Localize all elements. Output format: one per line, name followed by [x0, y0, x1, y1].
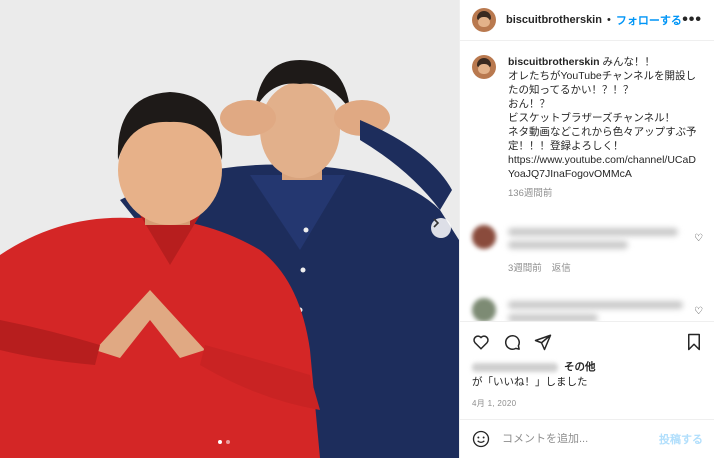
next-photo-button[interactable] — [431, 218, 451, 238]
comment-like-icon[interactable]: ♡ — [694, 306, 703, 317]
post-actions: その他 が「いいね！」しました 4月 1, 2020 — [460, 321, 714, 409]
share-icon[interactable] — [534, 333, 552, 351]
comment-like-icon[interactable]: ♡ — [694, 233, 703, 244]
comment-avatar[interactable] — [472, 225, 496, 249]
heart-icon[interactable] — [472, 333, 490, 351]
comment-input[interactable] — [502, 433, 659, 445]
caption-avatar[interactable] — [472, 55, 496, 79]
caption: biscuitbrotherskin みんな！！ オレたちがYouTubeチャン… — [472, 55, 703, 201]
more-options-icon[interactable]: ••• — [682, 11, 702, 29]
comment-item: ♡ — [472, 225, 703, 254]
follow-button[interactable]: フォローする — [616, 12, 682, 28]
header-separator: • — [606, 14, 611, 26]
caption-text: みんな！！ オレたちがYouTubeチャンネルを開設したの知ってるかい！？！？ … — [508, 56, 697, 180]
comment-age: 3週間前 — [508, 263, 542, 274]
post-sidebar: biscuitbrotherskin • フォローする ••• biscuitb… — [459, 0, 714, 458]
bookmark-icon[interactable] — [685, 333, 703, 351]
header-username[interactable]: biscuitbrotherskin — [506, 14, 602, 26]
carousel-dots — [218, 440, 230, 444]
photo-illustration — [0, 0, 459, 458]
post-photo[interactable] — [0, 0, 459, 458]
likes-summary[interactable]: その他 が「いいね！」しました — [472, 360, 703, 390]
likes-others[interactable]: その他 — [564, 360, 596, 375]
avatar[interactable] — [472, 8, 496, 32]
comment-icon[interactable] — [503, 333, 521, 351]
likes-text: が「いいね！」しました — [472, 376, 588, 388]
carousel-dot — [218, 440, 222, 444]
liked-by-blurred — [472, 363, 558, 372]
caption-age: 136週間前 — [508, 188, 553, 199]
comment-avatar[interactable] — [472, 298, 496, 321]
post-comment-button[interactable]: 投稿する — [659, 431, 703, 447]
comment-meta: 3週間前 返信 — [508, 260, 703, 274]
comment-text-blurred — [508, 298, 686, 321]
add-comment-bar: 投稿する — [460, 419, 714, 458]
post-header: biscuitbrotherskin • フォローする ••• — [460, 0, 714, 41]
post-date[interactable]: 4月 1, 2020 — [472, 398, 703, 409]
comments-section[interactable]: biscuitbrotherskin みんな！！ オレたちがYouTubeチャン… — [460, 41, 714, 321]
comment-reply-button[interactable]: 返信 — [552, 260, 571, 274]
comment-item: ♡ — [472, 298, 703, 321]
emoji-icon[interactable] — [472, 430, 490, 448]
comment-text-blurred — [508, 225, 686, 254]
action-icons — [472, 330, 703, 354]
caption-username[interactable]: biscuitbrotherskin — [508, 56, 600, 68]
carousel-dot — [226, 440, 230, 444]
chevron-right-icon — [433, 218, 440, 228]
